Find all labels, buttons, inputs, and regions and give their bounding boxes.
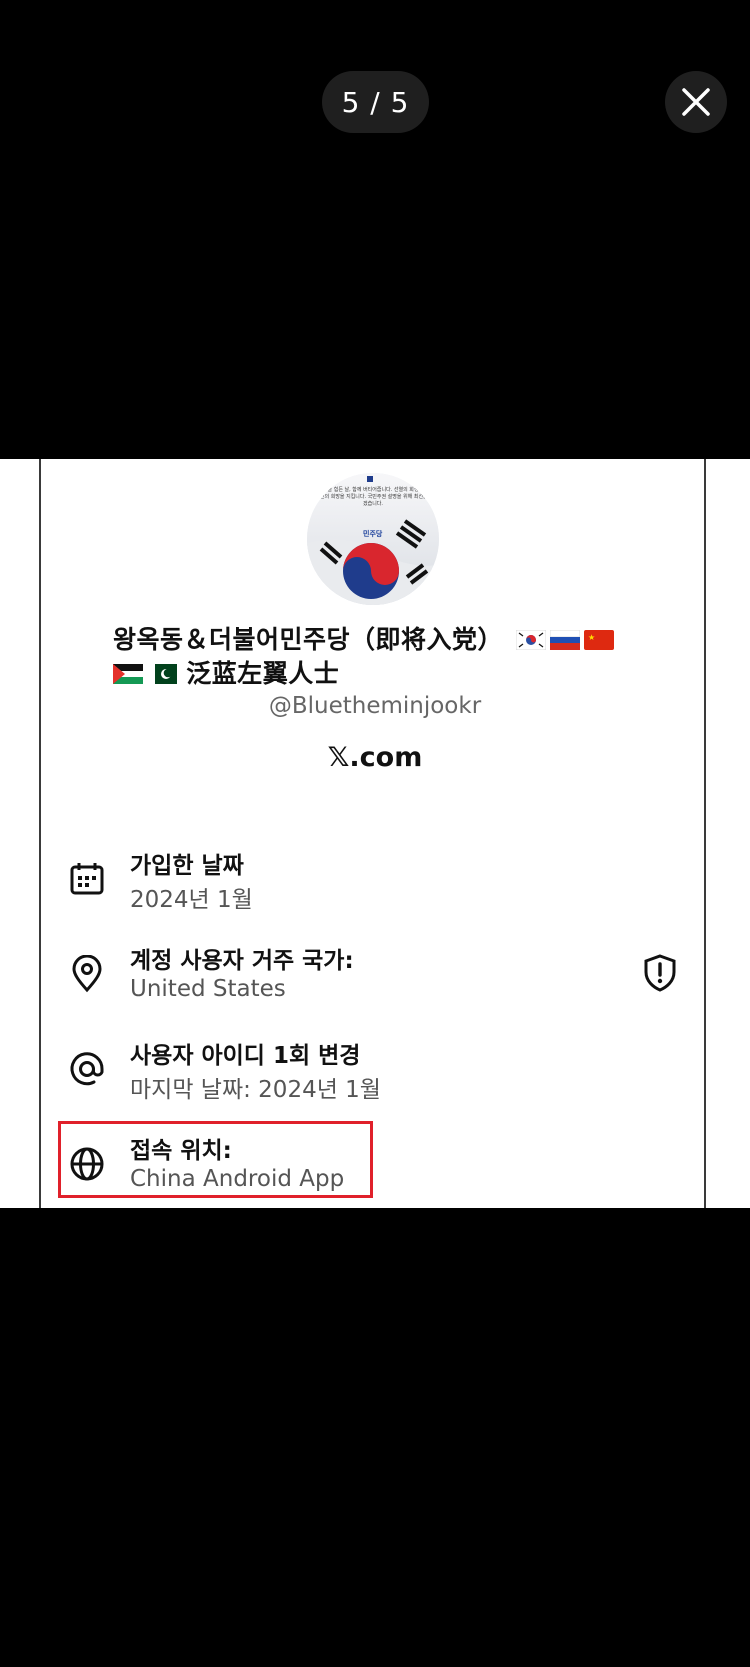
close-icon (682, 88, 710, 116)
username-change-label: 사용자 아이디 1회 변경 (130, 1043, 361, 1069)
site-label: 𝕏.com (327, 742, 423, 773)
display-name-part1: 왕옥동＆더불어민주당（即将入党） (113, 625, 504, 654)
palestine-flag (113, 664, 143, 684)
avatar-party-logo: 민주당 (363, 530, 383, 538)
display-name: 왕옥동＆더불어민주당（即将入党） ★ 泛蓝左翼人士 (113, 623, 633, 691)
south-korea-flag (516, 630, 547, 650)
china-flag: ★ (584, 630, 615, 650)
image-counter: 5 / 5 (322, 71, 429, 133)
screenshot-image: 나라만 믿을 힘든 날, 함께 버티어줍니다. 선열의 희생을 이어나며, 국민… (0, 459, 750, 1208)
country-value: United States (130, 976, 286, 1002)
frame-divider (704, 459, 706, 1208)
joined-date-label: 가입한 날짜 (130, 853, 244, 879)
calendar-icon (70, 863, 104, 895)
highlight-box (58, 1121, 373, 1198)
pakistan-flag (147, 664, 177, 684)
display-name-part2: 泛蓝左翼人士 (186, 659, 340, 688)
russia-flag (550, 630, 581, 650)
at-sign-icon (70, 1052, 104, 1086)
avatar[interactable]: 나라만 믿을 힘든 날, 함께 버티어줍니다. 선열의 희생을 이어나며, 국민… (307, 473, 439, 605)
joined-date-value: 2024년 1월 (130, 887, 253, 913)
avatar-caption: 나라만 믿을 힘든 날, 함께 버티어줍니다. 선열의 희생을 이어나며, 국민… (307, 487, 439, 507)
close-button[interactable] (665, 71, 727, 133)
frame-divider (39, 459, 41, 1208)
username-change-value: 마지막 날짜: 2024년 1월 (130, 1077, 381, 1103)
svg-text:★: ★ (588, 633, 596, 642)
user-handle[interactable]: @Bluetheminjookr (0, 693, 750, 719)
location-pin-icon (72, 955, 102, 993)
country-label: 계정 사용자 거주 국가: (130, 948, 354, 974)
shield-alert-icon[interactable] (643, 954, 677, 992)
